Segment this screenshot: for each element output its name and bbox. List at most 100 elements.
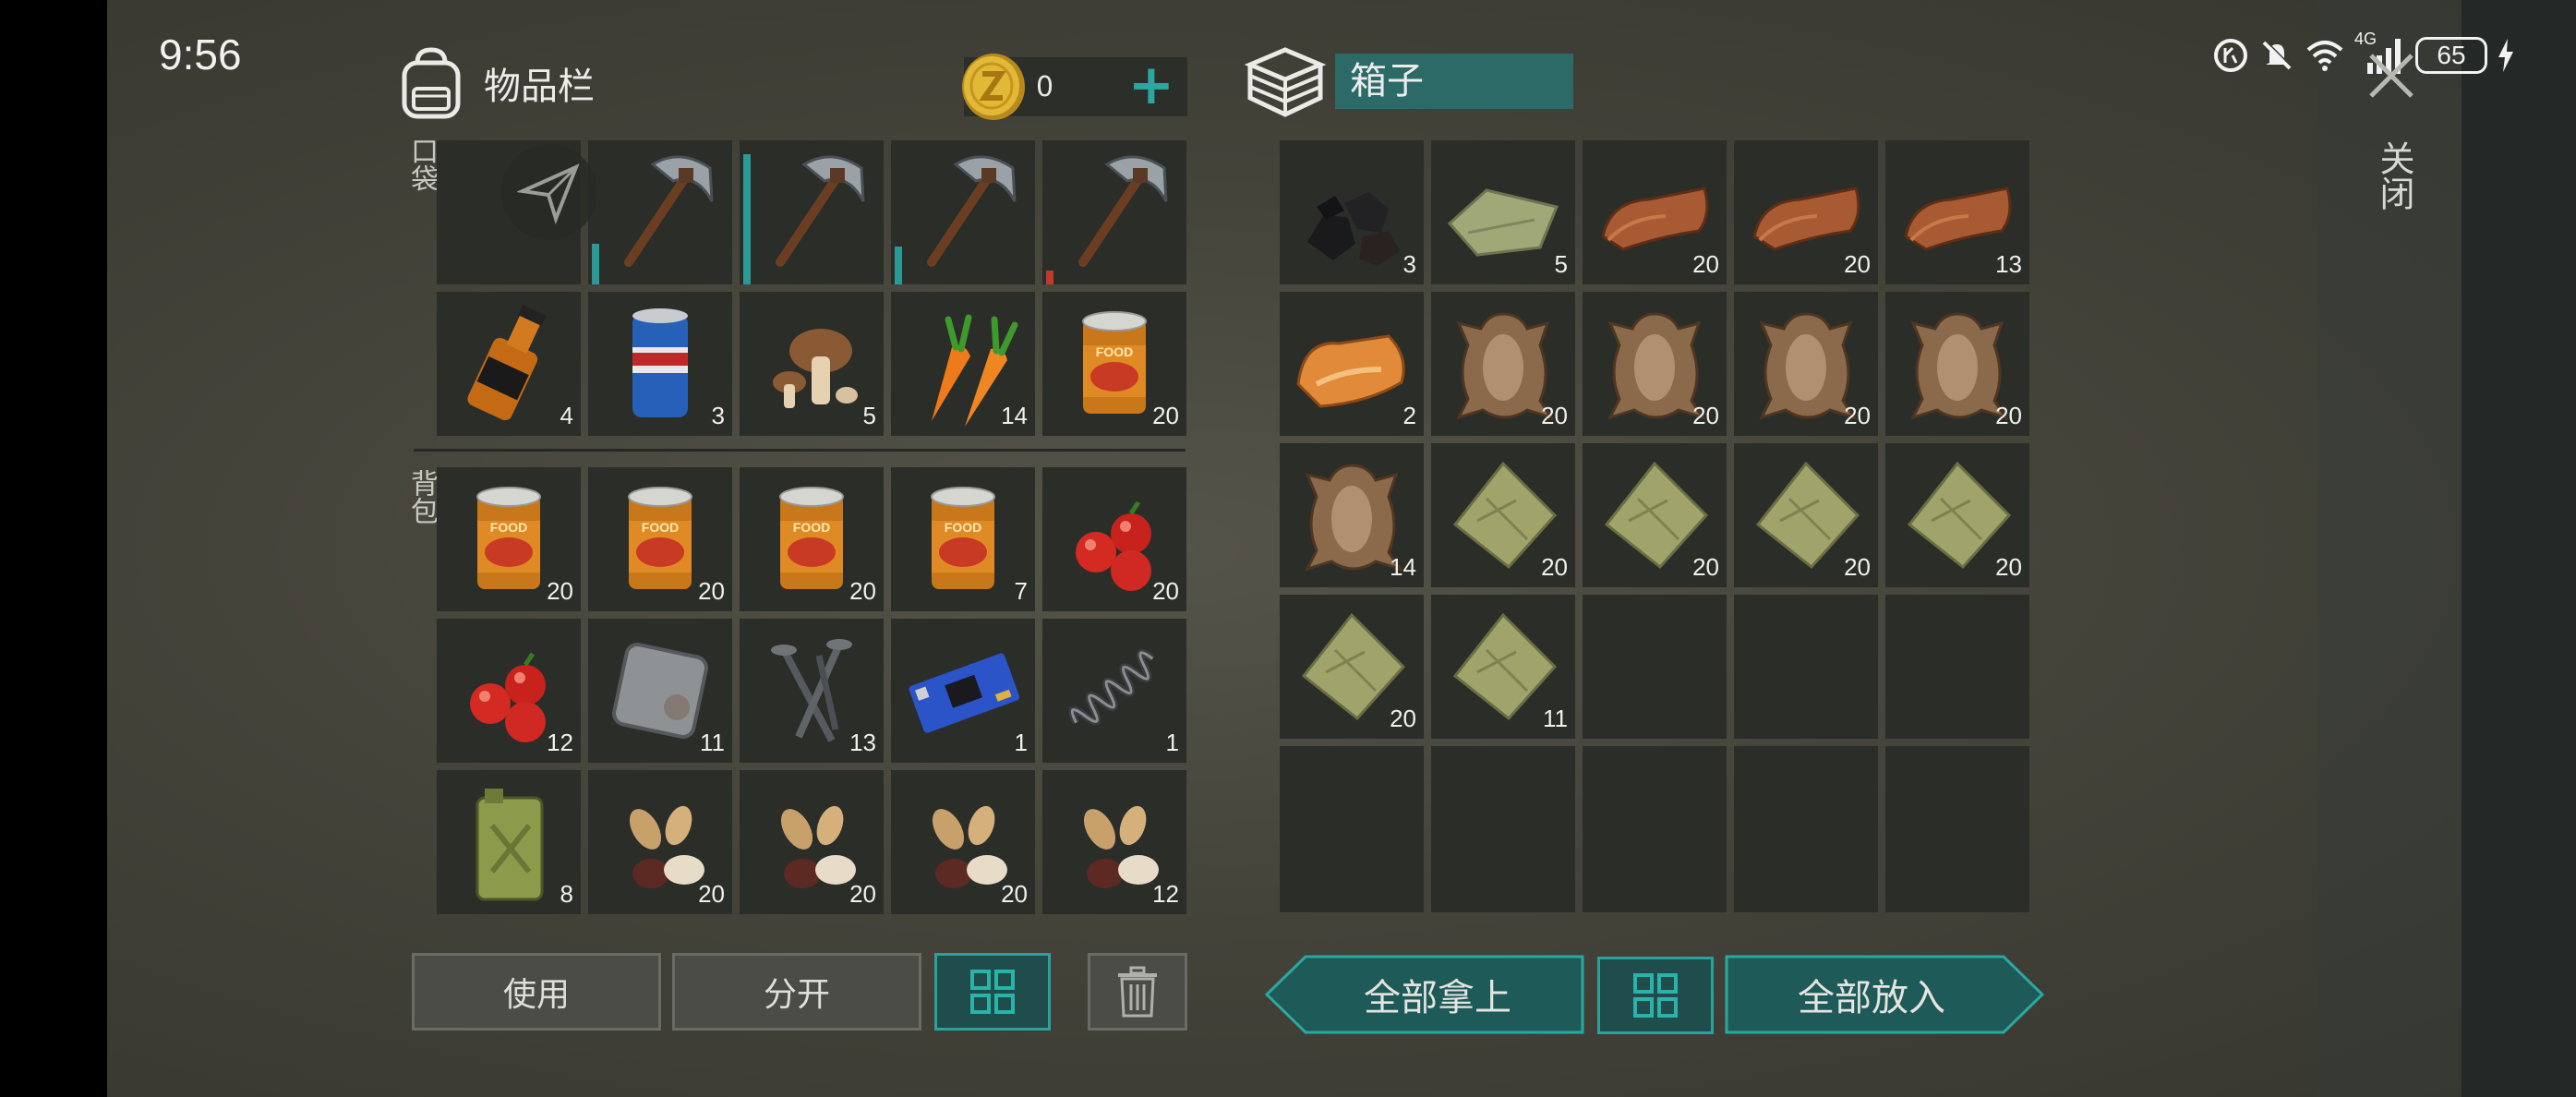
take-all-button[interactable]: 全部拿上 [1265,955,1584,1034]
inventory-slot-animal-hide[interactable]: 14 [1280,443,1424,587]
trash-icon [1118,966,1157,1018]
item-quantity: 14 [1001,402,1028,429]
inventory-slot-animal-hide[interactable]: 20 [1431,292,1575,436]
inventory-slot-food-can[interactable]: FOOD 7 [891,467,1035,611]
durability-bar [895,247,902,284]
inventory-slot-leather[interactable]: 20 [1734,140,1878,284]
item-quantity: 20 [1001,880,1028,908]
item-quantity: 8 [560,880,573,908]
pickaxe-icon [624,155,714,267]
inventory-slot[interactable] [1734,886,1878,912]
inventory-slot-beer-can[interactable]: 3 [588,292,732,436]
inventory-slot-seeds[interactable]: 12 [1042,770,1186,914]
add-coins-button[interactable]: + [1128,57,1174,113]
inventory-slot-animal-hide[interactable]: 20 [1734,292,1878,436]
inventory-slot-empty[interactable] [1583,595,1727,739]
inventory-slot-animal-hide[interactable]: 20 [1583,292,1727,436]
close-label: 关闭 [2374,140,2414,211]
inventory-slot-leather[interactable]: 20 [1583,140,1727,284]
inventory-slot-food-can[interactable]: FOOD 20 [1042,292,1186,436]
status-time: 9:56 [159,30,242,78]
inventory-slot-food-can[interactable]: FOOD 20 [437,467,581,611]
pocket-label: 口袋 [405,137,438,192]
share-button[interactable] [501,144,597,240]
inventory-slot-food-can[interactable]: FOOD 20 [588,467,732,611]
inventory-slot-fox-fur[interactable]: 2 [1280,292,1424,436]
battery-level: 65 [2437,41,2466,69]
inventory-slot-empty[interactable] [1734,595,1878,739]
inventory-slot-empty[interactable] [1583,746,1727,890]
inventory-slot[interactable] [1885,886,2029,912]
inventory-slot-rag[interactable]: 20 [1280,595,1424,739]
item-quantity: 1 [1014,729,1028,756]
item-quantity: 3 [711,402,725,429]
sort-inventory-button[interactable] [934,953,1051,1031]
item-quantity: 5 [862,402,876,429]
item-quantity: 20 [1152,402,1179,429]
inventory-slot-whiskey[interactable]: 4 [437,292,581,436]
inventory-slot-leather[interactable]: 13 [1885,140,2029,284]
inventory-slot-seeds[interactable]: 20 [740,770,884,914]
inventory-slot-cloth[interactable]: 5 [1431,140,1575,284]
item-quantity: 2 [1402,402,1416,429]
inventory-slot-circuit-board[interactable]: 1 [891,619,1035,763]
inventory-slot-rag[interactable]: 20 [1734,443,1878,587]
inventory-slot-mushroom[interactable]: 5 [740,292,884,436]
inventory-slot-rag[interactable]: 20 [1583,443,1727,587]
wifi-icon [2306,41,2343,71]
sort-box-button[interactable] [1597,957,1714,1034]
inventory-slot-seeds[interactable]: 20 [891,770,1035,914]
inventory-slot[interactable] [1280,886,1424,912]
item-quantity: 13 [1995,250,2022,278]
close-button[interactable]: 关闭 [2353,41,2428,225]
inventory-slot-coal[interactable]: 3 [1280,140,1424,284]
inventory-slot-rag[interactable]: 20 [1885,443,2029,587]
inventory-slot-rag[interactable]: 20 [1431,443,1575,587]
trash-button[interactable] [1088,953,1187,1031]
item-quantity: 11 [700,729,725,756]
item-quantity: 5 [1554,250,1568,278]
inventory-slot-empty[interactable] [1431,746,1575,890]
inventory-slot-empty[interactable] [1885,595,2029,739]
inventory-slot-pickaxe[interactable] [740,140,884,284]
box-grid: 3 5 20 20 13 2 20 20 20 20 14 20 20 20 20 20 11 [1280,140,2029,890]
charging-icon [2498,39,2513,72]
inventory-slot-empty[interactable] [1280,746,1424,890]
inventory-slot-carrot[interactable]: 14 [891,292,1035,436]
box-name-field[interactable]: 箱子 [1335,54,1573,109]
inventory-slot-seeds[interactable]: 20 [588,770,732,914]
inventory-slot-pickaxe[interactable] [891,140,1035,284]
inventory-slot-spring[interactable]: 1 [1042,619,1186,763]
crate-icon [1245,47,1326,117]
inventory-slot-fuel-canister[interactable]: 8 [437,770,581,914]
inventory-slot-food-can[interactable]: FOOD 20 [740,467,884,611]
durability-bar [592,244,599,284]
coin-count: 0 [1036,70,1054,103]
inventory-slot-pickaxe[interactable] [1042,140,1186,284]
left-black-bar [0,0,107,1097]
item-quantity: 20 [1844,402,1871,429]
svg-text:FOOD: FOOD [490,520,527,535]
svg-text:FOOD: FOOD [793,520,830,535]
inventory-slot-animal-hide[interactable]: 20 [1885,292,2029,436]
inventory-slot-nails[interactable]: 13 [740,619,884,763]
inventory-slot-berries[interactable]: 20 [1042,467,1186,611]
split-button[interactable]: 分开 [672,953,921,1031]
svg-text:FOOD: FOOD [1096,344,1133,359]
inventory-slot-metal-plate[interactable]: 11 [588,619,732,763]
item-quantity: 20 [1692,553,1719,581]
inventory-slot[interactable] [1583,886,1727,912]
take-all-label: 全部拿上 [1364,977,1511,1019]
pickaxe-icon [927,155,1017,267]
item-quantity: 20 [547,577,573,605]
inventory-slot-berries[interactable]: 12 [437,619,581,763]
use-button[interactable]: 使用 [412,953,661,1031]
put-all-button[interactable]: 全部放入 [1725,955,2044,1034]
inventory-slot-rag[interactable]: 11 [1431,595,1575,739]
inventory-slot-empty[interactable] [1885,746,2029,890]
inventory-slot[interactable] [1431,886,1575,912]
hd-call-icon [2214,39,2247,72]
item-quantity: 7 [1014,577,1028,605]
inventory-slot-pickaxe[interactable] [588,140,732,284]
inventory-slot-empty[interactable] [1734,746,1878,890]
